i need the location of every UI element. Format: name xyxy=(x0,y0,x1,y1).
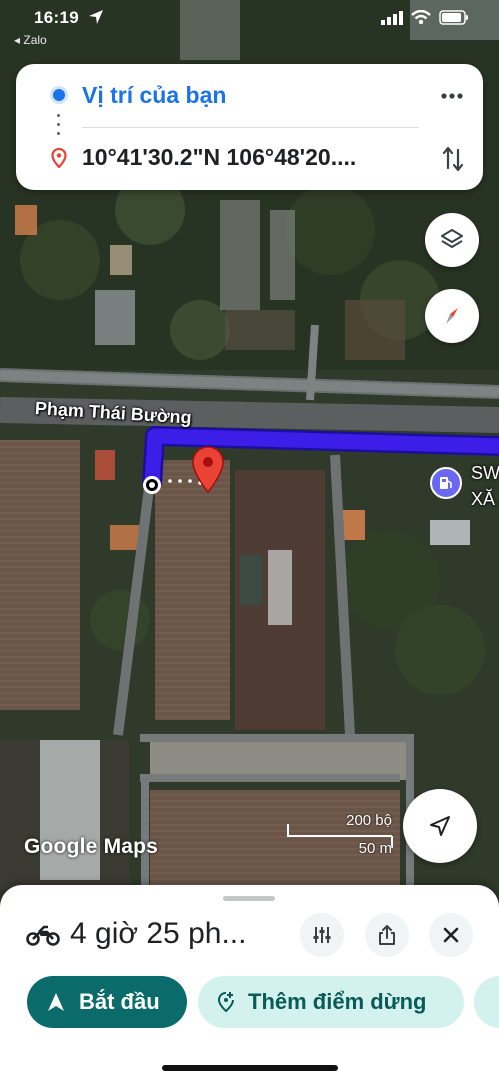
compass-icon xyxy=(446,308,458,324)
share-icon xyxy=(379,925,395,945)
route-search-card: Vị trí của bạn 10°41'30.2"N 106°48'20...… xyxy=(16,64,483,190)
navigation-icon xyxy=(48,993,64,1011)
close-button[interactable] xyxy=(429,913,473,957)
destination-field[interactable]: 10°41'30.2"N 106°48'20.... xyxy=(82,144,412,171)
home-indicator xyxy=(162,1065,338,1071)
recenter-button[interactable] xyxy=(403,789,477,863)
more-actions-chip[interactable] xyxy=(474,976,499,1028)
more-horizontal-icon xyxy=(441,93,463,99)
gas-station-icon[interactable] xyxy=(430,467,462,499)
destination-marker-icon xyxy=(51,148,67,168)
more-options-button[interactable] xyxy=(439,86,465,106)
back-to-app-link[interactable]: ◂ Zalo xyxy=(14,33,47,47)
google-maps-logo: Google Maps xyxy=(24,835,159,858)
status-indicators xyxy=(381,10,469,25)
start-navigation-button[interactable]: Bắt đầu xyxy=(27,976,187,1028)
sheet-handle[interactable] xyxy=(223,896,275,901)
tune-icon xyxy=(313,927,331,943)
status-time: 16:19 xyxy=(34,8,79,27)
poi-label-line2: XĂ xyxy=(471,489,496,509)
scale-meters: 50 m xyxy=(358,840,392,857)
route-options-button[interactable] xyxy=(300,913,344,957)
route-connector xyxy=(57,114,61,142)
map-scale: 200 bộ 50 m xyxy=(286,812,394,862)
motorcycle-icon xyxy=(26,925,60,946)
add-stop-button[interactable]: Thêm điểm dừng xyxy=(198,976,464,1028)
signal-icon xyxy=(381,10,403,25)
poi-label[interactable]: SW XĂ xyxy=(471,460,499,512)
close-icon xyxy=(443,927,459,943)
compass-button[interactable] xyxy=(425,289,479,343)
battery-icon xyxy=(439,10,468,25)
start-label: Bắt đầu xyxy=(79,989,160,1014)
navigation-arrow-icon xyxy=(430,816,450,836)
destination-pin-icon[interactable] xyxy=(191,446,225,494)
wifi-icon xyxy=(411,10,431,25)
divider xyxy=(82,127,419,128)
location-arrow-icon xyxy=(89,10,103,24)
origin-field[interactable]: Vị trí của bạn xyxy=(82,82,226,109)
poi-label-line1: SW xyxy=(471,463,499,483)
layers-icon xyxy=(441,229,463,248)
swap-route-button[interactable] xyxy=(441,144,465,174)
status-bar: 16:19 ◂ Zalo xyxy=(0,0,499,47)
add-stop-label: Thêm điểm dừng xyxy=(248,989,427,1014)
route-duration: 4 giờ 25 ph... xyxy=(70,917,247,950)
origin-location-icon xyxy=(53,89,65,101)
directions-sheet: 4 giờ 25 ph... Bắt đầu Thêm điểm dừng xyxy=(0,885,499,1080)
scale-feet: 200 bộ xyxy=(346,812,392,829)
swap-icon xyxy=(442,146,464,172)
layers-button[interactable] xyxy=(425,213,479,267)
share-button[interactable] xyxy=(365,913,409,957)
add-location-icon xyxy=(217,992,234,1013)
